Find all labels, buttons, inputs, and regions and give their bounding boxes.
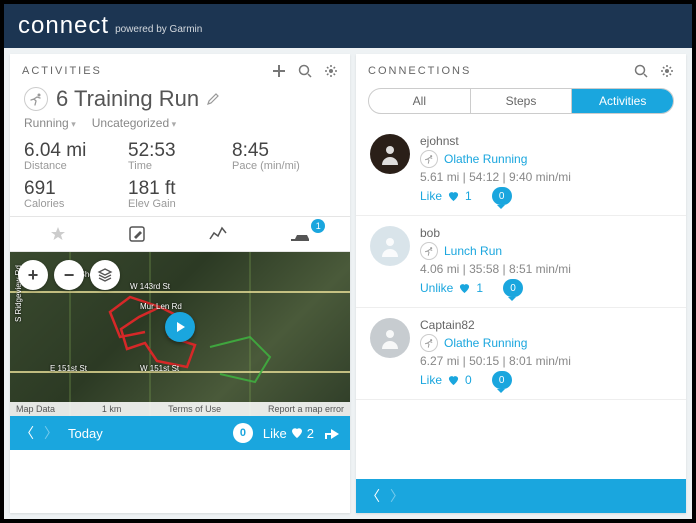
time-label: Time (128, 160, 232, 172)
connection-activity-name: Olathe Running (444, 336, 527, 350)
chart-tab[interactable] (200, 223, 236, 245)
star-tab[interactable] (41, 223, 75, 245)
segment-control: All Steps Activities (368, 88, 674, 114)
connection-stats: 6.27 mi | 50:15 | 8:01 min/mi (420, 354, 672, 368)
map-scale: 1 km (102, 404, 122, 414)
type-dropdown[interactable]: Running (24, 116, 76, 130)
running-icon (24, 87, 48, 111)
connections-list: ejohnst Olathe Running 5.61 mi | 54:12 | 9… (356, 124, 686, 479)
layers-button[interactable] (90, 260, 120, 290)
heart-icon (448, 375, 459, 386)
street-label: Mur Len Rd (140, 302, 182, 311)
share-icon[interactable] (324, 426, 340, 440)
elev-label: Elev Gain (128, 198, 232, 210)
street-label: W 151st St (140, 364, 179, 373)
zoom-in-button[interactable]: + (18, 260, 48, 290)
street-label: W 143rd St (130, 282, 170, 291)
connection-item: bob Lunch Run 4.06 mi | 35:58 | 8:51 min/m… (356, 216, 686, 308)
segment-steps[interactable]: Steps (470, 89, 572, 113)
like-button[interactable]: Unlike (420, 281, 453, 295)
connection-activity-link[interactable]: Lunch Run (420, 242, 672, 260)
comment-count[interactable]: 0 (492, 371, 512, 389)
like-button[interactable]: Like (420, 189, 442, 203)
add-icon[interactable] (272, 64, 286, 78)
running-icon (420, 334, 438, 352)
prev-button[interactable]: 〈 (366, 486, 380, 506)
connection-activity-name: Lunch Run (444, 244, 502, 258)
like-count: 1 (465, 189, 472, 203)
search-icon[interactable] (634, 64, 648, 78)
search-icon[interactable] (298, 64, 312, 78)
pace-value: 8:45 (232, 140, 336, 162)
like-label: Like (263, 426, 287, 441)
avatar[interactable] (370, 318, 410, 358)
zoom-out-button[interactable]: − (54, 260, 84, 290)
panel-title: CONNECTIONS (368, 65, 471, 77)
next-button[interactable]: 〉 (390, 486, 404, 506)
connection-stats: 4.06 mi | 35:58 | 8:51 min/mi (420, 262, 672, 276)
segment-activities[interactable]: Activities (571, 89, 673, 113)
activity-footer: 〈 〉 Today 0 Like 2 (10, 416, 350, 450)
calories-value: 691 (24, 178, 128, 200)
category-dropdown[interactable]: Uncategorized (92, 116, 176, 130)
logo: connect (18, 12, 109, 40)
connection-name: ejohnst (420, 134, 672, 148)
like-count: 1 (476, 281, 483, 295)
connections-panel: CONNECTIONS All Steps Activities ejohnst… (356, 54, 686, 513)
distance-value: 6.04 mi (24, 140, 128, 162)
heart-icon (459, 283, 470, 294)
connection-activity-link[interactable]: Olathe Running (420, 150, 672, 168)
gear-badge: 1 (311, 219, 325, 233)
stats-grid: 6.04 miDistance 52:53Time 8:45Pace (min/… (10, 138, 350, 216)
activities-panel: ACTIVITIES 6 Training Run (10, 54, 350, 513)
logo-subtitle: powered by Garmin (115, 24, 202, 35)
gear-icon[interactable] (660, 64, 674, 78)
connection-name: Captain82 (420, 318, 672, 332)
street-label: E 151st St (50, 364, 87, 373)
running-icon (420, 242, 438, 260)
connection-item: Captain82 Olathe Running 6.27 mi | 50:15 |… (356, 308, 686, 400)
edit-icon[interactable] (207, 93, 219, 105)
running-icon (420, 150, 438, 168)
prev-button[interactable]: 〈 (20, 423, 34, 443)
map-data-label: Map Data (16, 404, 55, 414)
pace-label: Pace (min/mi) (232, 160, 336, 172)
gear-tab[interactable]: 1 (281, 223, 319, 245)
next-button[interactable]: 〉 (44, 423, 58, 443)
connection-stats: 5.61 mi | 54:12 | 9:40 min/mi (420, 170, 672, 184)
connection-activity-link[interactable]: Olathe Running (420, 334, 672, 352)
today-label: Today (68, 426, 103, 441)
time-value: 52:53 (128, 140, 232, 162)
app-header: connect powered by Garmin (4, 4, 692, 48)
like-count: 0 (465, 373, 472, 387)
avatar[interactable] (370, 134, 410, 174)
map-terms-link[interactable]: Terms of Use (168, 404, 221, 414)
avatar[interactable] (370, 226, 410, 266)
comment-count[interactable]: 0 (233, 423, 253, 443)
like-button[interactable]: Like 2 (263, 426, 314, 441)
comment-count[interactable]: 0 (492, 187, 512, 205)
map-report-link[interactable]: Report a map error (268, 404, 344, 414)
heart-icon (448, 191, 459, 202)
connection-activity-name: Olathe Running (444, 152, 527, 166)
map-attribution: Map Data 1 km Terms of Use Report a map … (10, 402, 350, 416)
gear-icon[interactable] (324, 64, 338, 78)
connections-footer: 〈 〉 (356, 479, 686, 513)
like-button[interactable]: Like (420, 373, 442, 387)
calories-label: Calories (24, 198, 128, 210)
connection-name: bob (420, 226, 672, 240)
connection-item: ejohnst Olathe Running 5.61 mi | 54:12 | 9… (356, 124, 686, 216)
elev-value: 181 ft (128, 178, 232, 200)
activity-title: 6 Training Run (56, 86, 199, 112)
panel-title: ACTIVITIES (22, 65, 102, 77)
edit-tab[interactable] (120, 223, 154, 245)
like-count: 2 (307, 426, 314, 441)
comment-count[interactable]: 0 (503, 279, 523, 297)
play-button[interactable] (165, 312, 195, 342)
map[interactable]: W 143rd St Mur Len Rd E 151st St W 151st… (10, 252, 350, 416)
segment-all[interactable]: All (369, 89, 470, 113)
